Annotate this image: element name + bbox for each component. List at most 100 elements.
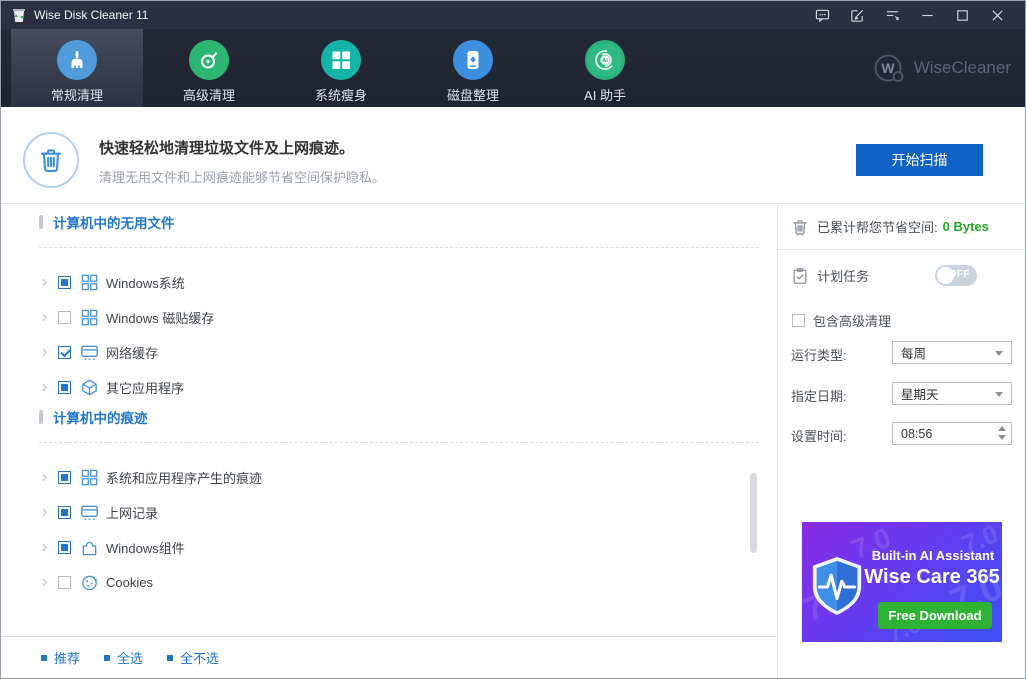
tab-label: 磁盘整理 [446,88,499,103]
time-stepper[interactable] [998,426,1006,440]
checkbox[interactable] [58,470,71,484]
minimize-icon[interactable] [910,1,945,29]
section-marker [39,410,43,424]
chevron-right-icon[interactable] [39,382,50,393]
tree-item-windows-system[interactable]: Windows系统 [39,272,185,292]
start-scan-button[interactable]: 开始扫描 [856,144,983,176]
run-type-row: 运行类型: [791,348,847,363]
cookie-icon [80,573,99,592]
checkbox[interactable] [58,380,71,394]
system-slim-icon [321,40,361,80]
free-download-button[interactable]: Free Download [878,602,992,629]
close-icon[interactable] [980,1,1015,29]
web-cache-icon [80,343,99,362]
tree-item-label: Windows系统 [106,275,185,291]
chevron-right-icon[interactable] [39,347,50,358]
tab-disk-defrag[interactable]: 磁盘整理 [407,29,539,107]
main-navigation: 常规清理 高级清理 系统瘦身 磁盘整理 AI AI 助手 W WiseClean… [1,29,1025,107]
chevron-right-icon[interactable] [39,277,50,288]
scheduled-task-label: 计划任务 [817,269,870,284]
tree-item-label: 系统和应用程序产生的痕迹 [106,470,263,486]
titlebar: Wise Disk Cleaner 11 [1,1,1025,29]
saved-space-row: 已累计帮您节省空间: 0 Bytes [778,204,1025,250]
checkbox[interactable] [58,575,71,589]
checkbox[interactable] [58,345,71,359]
app-icon [13,9,25,22]
scrollbar-thumb[interactable] [750,473,757,553]
divider [39,247,759,248]
tree-item-other-apps[interactable]: 其它应用程序 [39,377,184,397]
specified-day-select[interactable]: 星期天 [892,382,1012,405]
select-none-link[interactable]: 全不选 [167,648,219,667]
tiles-icon [80,468,99,487]
tab-label: AI 助手 [584,88,626,103]
advanced-clean-icon [189,40,229,80]
maximize-icon[interactable] [945,1,980,29]
chevron-right-icon[interactable] [39,312,50,323]
trash-icon [791,218,809,236]
register-icon[interactable] [840,1,875,29]
bullet-icon [167,654,174,661]
checkbox[interactable] [58,310,71,324]
recommend-link[interactable]: 推荐 [41,648,80,667]
tree-item-tile-cache[interactable]: Windows 磁贴缓存 [39,307,214,327]
saved-space-value: 0 Bytes [942,219,989,234]
ai-assistant-icon: AI [585,40,625,80]
tree-item-windows-components[interactable]: Windows组件 [39,537,185,557]
brand-letter: W [881,60,895,76]
schedule-toggle[interactable]: OFF [935,265,977,286]
page-header: 快速轻松地清理垃圾文件及上网痕迹。 清理无用文件和上网痕迹能够节省空间保护隐私。… [1,107,1025,204]
brand-name: WiseCleaner [913,58,1011,77]
toggle-state-label: OFF [948,269,970,280]
chevron-down-icon [995,392,1003,397]
tiles-icon [80,308,99,327]
tab-regular-clean[interactable]: 常规清理 [11,29,143,107]
disk-defrag-icon [453,40,493,80]
tiles-icon [80,273,99,292]
chevron-right-icon[interactable] [39,577,50,588]
saved-space-label: 已累计帮您节省空间: [817,220,938,235]
select-all-link[interactable]: 全选 [104,648,143,667]
page-subtitle: 清理无用文件和上网痕迹能够节省空间保护隐私。 [99,170,386,185]
run-type-select[interactable]: 每周 [892,341,1012,364]
tree-item-cookies[interactable]: Cookies [39,572,153,592]
tree-item-web-cache[interactable]: 网络缓存 [39,342,158,362]
tab-system-slim[interactable]: 系统瘦身 [275,29,407,107]
tab-label: 系统瘦身 [314,88,367,103]
cleanup-list: 计算机中的无用文件 Windows系统 Windows 磁贴缓存 网络缓存 其它… [1,204,777,636]
chevron-right-icon[interactable] [39,542,50,553]
checkbox[interactable] [58,540,71,554]
tab-ai-assistant[interactable]: AI AI 助手 [539,29,671,107]
section-header-junk-files: 计算机中的无用文件 [39,214,175,231]
tree-item-label: 上网记录 [106,505,159,521]
selection-footer: 推荐 全选 全不选 [1,636,777,678]
include-advanced-row[interactable]: 包含高级清理 [791,311,891,330]
broom-icon [57,40,97,80]
checkbox[interactable] [792,314,805,327]
tree-item-label: 网络缓存 [106,345,159,361]
specified-day-row: 指定日期: [791,389,847,404]
window-title: Wise Disk Cleaner 11 [34,8,149,22]
chevron-down-icon [995,351,1003,356]
checkbox[interactable] [58,505,71,519]
tab-advanced-clean[interactable]: 高级清理 [143,29,275,107]
cube-icon [80,378,99,397]
tab-label: 高级清理 [182,88,235,103]
wise-care-365-ad[interactable]: 7.0 7.0 7.0 7.0 7.0 Built-in AI Assistan… [802,522,1002,642]
set-time-input[interactable]: 08:56 [892,422,1012,445]
trash-icon [23,132,79,188]
tree-item-web-history[interactable]: 上网记录 [39,502,158,522]
feedback-icon[interactable] [805,1,840,29]
menu-icon[interactable] [875,1,910,29]
arrow-down-icon[interactable] [998,435,1006,440]
svg-text:AI: AI [602,58,608,64]
ad-product-name: Wise Care 365 [864,566,1000,588]
web-history-icon [80,503,99,522]
checkbox[interactable] [58,275,71,289]
tree-item-system-traces[interactable]: 系统和应用程序产生的痕迹 [39,467,262,487]
include-advanced-label: 包含高级清理 [813,314,892,329]
chevron-right-icon[interactable] [39,472,50,483]
arrow-up-icon[interactable] [998,426,1006,431]
window-controls [805,1,1015,29]
chevron-right-icon[interactable] [39,507,50,518]
